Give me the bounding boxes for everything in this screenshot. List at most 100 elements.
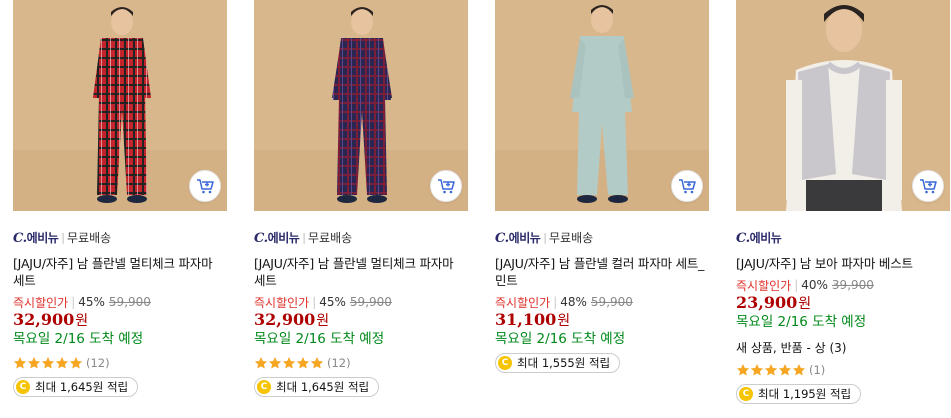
product-grid: C.에비뉴 | 무료배송 [JAJU/자주] 남 플란넬 멀티체크 파자마 세트… <box>0 0 951 418</box>
price-value: 32,900 <box>13 310 75 329</box>
coin-icon: C <box>498 356 512 370</box>
discount-percent: 45% <box>78 295 105 309</box>
product-card[interactable]: C.에비뉴 | 무료배송 [JAJU/자주] 남 플란넬 컬러 파자마 세트_민… <box>495 0 709 373</box>
star-icon <box>55 357 69 369</box>
reward-points-badge: C 최대 1,645원 적립 <box>254 377 380 397</box>
discount-row: 즉시할인가 | 45% 59,900 <box>254 294 468 310</box>
currency-unit: 원 <box>75 313 89 329</box>
price-value: 23,900 <box>736 293 798 312</box>
cart-plus-icon <box>438 179 455 194</box>
discount-row: 즉시할인가 | 40% 39,900 <box>736 277 950 293</box>
delivery-estimate: 목요일 2/16 도착 예정 <box>13 331 144 347</box>
currency-unit: 원 <box>557 313 571 329</box>
star-icon <box>778 364 792 376</box>
free-shipping-label: 무료배송 <box>549 230 594 245</box>
original-price: 59,900 <box>108 295 151 309</box>
delivery-estimate: 목요일 2/16 도착 예정 <box>254 331 385 347</box>
seller-info: C.에비뉴 | 무료배송 <box>13 229 227 246</box>
discount-percent: 48% <box>560 295 587 309</box>
cart-plus-icon <box>197 179 214 194</box>
divider: | <box>553 295 558 309</box>
star-icon <box>254 357 268 369</box>
instant-discount-label: 즉시할인가 <box>736 278 792 293</box>
coin-icon: C <box>16 380 30 394</box>
product-title[interactable]: [JAJU/자주] 남 플란넬 멀티체크 파자마 세트 <box>254 255 468 289</box>
divider: | <box>794 278 799 292</box>
star-icon <box>750 364 764 376</box>
reward-text: 최대 1,555원 적립 <box>517 356 611 370</box>
seller-info: C.에비뉴 <box>736 229 950 246</box>
original-price: 39,900 <box>831 278 874 292</box>
reward-text: 최대 1,645원 적립 <box>35 380 129 394</box>
original-price: 59,900 <box>590 295 633 309</box>
reward-points-badge: C 최대 1,645원 적립 <box>13 377 139 397</box>
coin-icon: C <box>739 387 753 401</box>
divider: | <box>71 295 76 309</box>
cart-plus-icon <box>679 179 696 194</box>
rating[interactable]: (1) <box>736 361 950 379</box>
star-icon <box>764 364 778 376</box>
star-icon <box>792 364 806 376</box>
discount-percent: 45% <box>319 295 346 309</box>
rating[interactable]: (12) <box>13 354 227 372</box>
star-icon <box>310 357 324 369</box>
seller-logo[interactable]: C.에비뉴 <box>495 229 541 246</box>
divider: | <box>61 230 65 244</box>
used-option-link[interactable]: 새 상품, 반품 - 상 (3) <box>736 339 950 355</box>
add-to-cart-button[interactable] <box>671 170 703 202</box>
price-value: 31,100 <box>495 310 557 329</box>
star-icon <box>736 364 750 376</box>
add-to-cart-button[interactable] <box>189 170 221 202</box>
product-image[interactable] <box>254 0 468 211</box>
instant-discount-label: 즉시할인가 <box>495 295 551 310</box>
add-to-cart-button[interactable] <box>430 170 462 202</box>
product-card[interactable]: C.에비뉴 | 무료배송 [JAJU/자주] 남 플란넬 멀티체크 파자마 세트… <box>254 0 468 397</box>
delivery-estimate: 목요일 2/16 도착 예정 <box>495 331 626 347</box>
price-value: 32,900 <box>254 310 316 329</box>
review-count[interactable]: (12) <box>327 356 351 370</box>
instant-discount-label: 즉시할인가 <box>254 295 310 310</box>
seller-info: C.에비뉴 | 무료배송 <box>254 229 468 246</box>
reward-points-badge: C 최대 1,555원 적립 <box>495 353 621 373</box>
star-icon <box>27 357 41 369</box>
product-card[interactable]: C.에비뉴 | 무료배송 [JAJU/자주] 남 플란넬 멀티체크 파자마 세트… <box>13 0 227 397</box>
product-image[interactable] <box>13 0 227 211</box>
seller-logo[interactable]: C.에비뉴 <box>13 229 59 246</box>
product-title[interactable]: [JAJU/자주] 남 플란넬 컬러 파자마 세트_민트 <box>495 255 709 289</box>
add-to-cart-button[interactable] <box>912 170 944 202</box>
star-icon <box>296 357 310 369</box>
divider: | <box>312 295 317 309</box>
sale-price: 32,900 원 <box>254 310 468 330</box>
star-icon <box>268 357 282 369</box>
review-count[interactable]: (12) <box>86 356 110 370</box>
seller-info: C.에비뉴 | 무료배송 <box>495 229 709 246</box>
divider: | <box>302 230 306 244</box>
free-shipping-label: 무료배송 <box>67 230 112 245</box>
discount-row: 즉시할인가 | 45% 59,900 <box>13 294 227 310</box>
product-title[interactable]: [JAJU/자주] 남 보아 파자마 베스트 <box>736 255 950 272</box>
rating[interactable]: (12) <box>254 354 468 372</box>
product-title[interactable]: [JAJU/자주] 남 플란넬 멀티체크 파자마 세트 <box>13 255 227 289</box>
cart-plus-icon <box>920 179 937 194</box>
instant-discount-label: 즉시할인가 <box>13 295 69 310</box>
product-image[interactable] <box>495 0 709 211</box>
delivery-estimate: 목요일 2/16 도착 예정 <box>736 314 867 330</box>
reward-text: 최대 1,195원 적립 <box>758 387 852 401</box>
review-count[interactable]: (1) <box>809 363 825 377</box>
star-icon <box>69 357 83 369</box>
product-card[interactable]: C.에비뉴 [JAJU/자주] 남 보아 파자마 베스트 즉시할인가 | 40%… <box>736 0 950 404</box>
reward-points-badge: C 최대 1,195원 적립 <box>736 384 862 404</box>
coin-icon: C <box>257 380 271 394</box>
star-icon <box>282 357 296 369</box>
currency-unit: 원 <box>798 296 812 312</box>
sale-price: 31,100 원 <box>495 310 709 330</box>
discount-row: 즉시할인가 | 48% 59,900 <box>495 294 709 310</box>
currency-unit: 원 <box>316 313 330 329</box>
product-image[interactable] <box>736 0 950 211</box>
sale-price: 23,900 원 <box>736 293 950 313</box>
star-icon <box>41 357 55 369</box>
reward-text: 최대 1,645원 적립 <box>276 380 370 394</box>
original-price: 59,900 <box>349 295 392 309</box>
seller-logo[interactable]: C.에비뉴 <box>736 229 782 246</box>
seller-logo[interactable]: C.에비뉴 <box>254 229 300 246</box>
